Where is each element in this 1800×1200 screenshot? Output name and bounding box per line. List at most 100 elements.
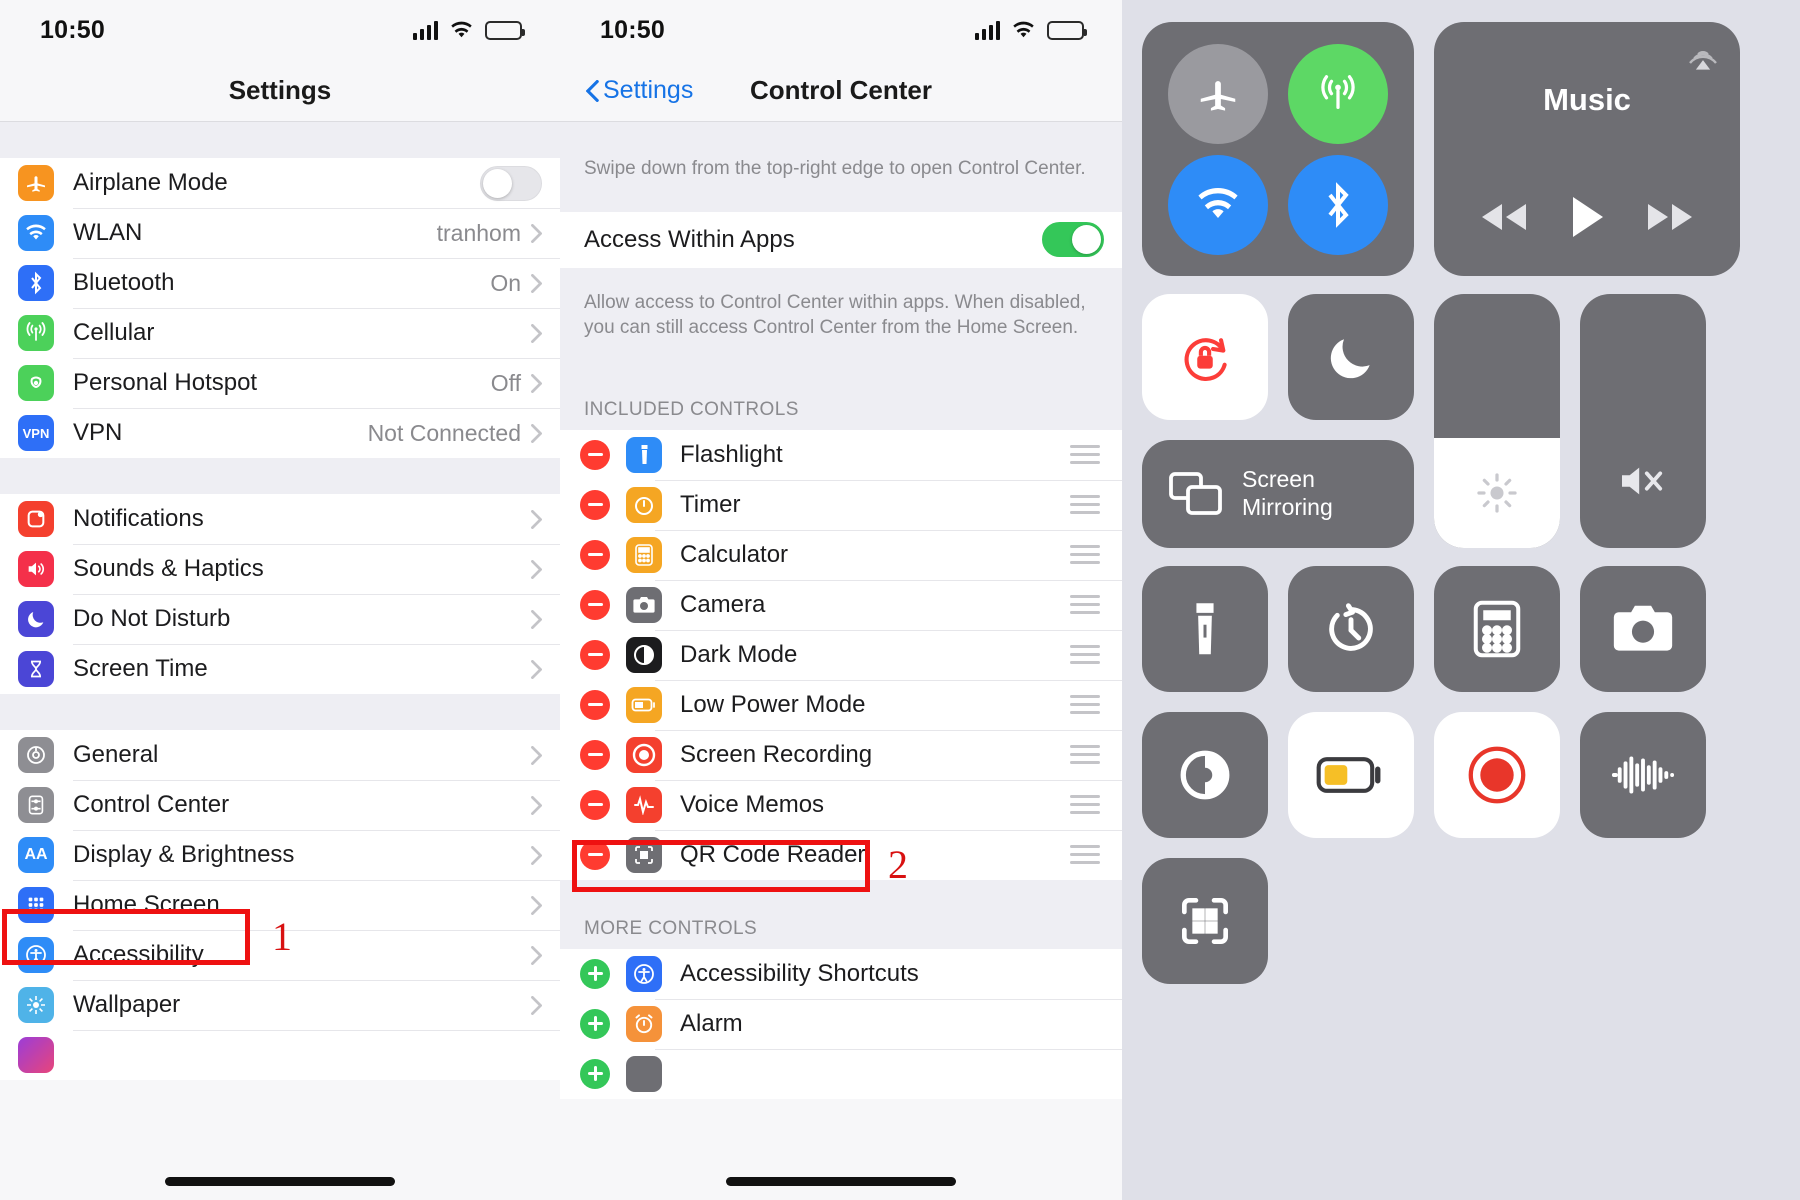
remove-control-icon[interactable] — [580, 689, 610, 720]
included-row-flashlight[interactable]: Flashlight — [560, 429, 1122, 480]
settings-row-display-brightness[interactable]: AA Display & Brightness — [0, 830, 560, 880]
chevron-right-icon — [531, 945, 542, 965]
settings-row-value: Not Connected — [367, 419, 521, 446]
rotation-lock-toggle[interactable] — [1142, 294, 1268, 420]
remove-control-icon[interactable] — [580, 539, 610, 570]
reorder-handle[interactable] — [1070, 795, 1100, 815]
low-power-mode-tile[interactable] — [1288, 712, 1414, 838]
included-row-qr-code-reader[interactable]: QR Code Reader — [560, 829, 1122, 880]
media-playback-tile[interactable]: Music — [1434, 22, 1740, 276]
airplay-icon[interactable] — [1684, 38, 1722, 81]
reorder-handle[interactable] — [1070, 595, 1100, 615]
moon-icon — [18, 601, 54, 637]
airplane-mode-toggle[interactable] — [480, 165, 542, 201]
remove-control-icon[interactable] — [580, 489, 610, 520]
airplane-mode-toggle[interactable] — [1168, 43, 1268, 144]
settings-row-control-center[interactable]: Control Center — [0, 780, 560, 830]
settings-row-personal-hotspot[interactable]: Personal Hotspot Off — [0, 358, 560, 408]
connectivity-tile[interactable] — [1142, 22, 1414, 276]
settings-row-label: VPN — [73, 419, 123, 446]
bluetooth-toggle[interactable] — [1288, 154, 1388, 255]
more-row-alarm[interactable]: Alarm — [560, 998, 1122, 1049]
swipe-hint-text: Swipe down from the top-right edge to op… — [584, 158, 1086, 179]
qr-code-reader-tile[interactable] — [1142, 858, 1268, 984]
camera-tile[interactable] — [1580, 566, 1706, 692]
remove-control-icon[interactable] — [580, 439, 610, 470]
remove-control-icon[interactable] — [580, 639, 610, 670]
remove-control-icon[interactable] — [580, 739, 610, 770]
more-controls-list: Accessibility Shortcuts Alarm — [560, 948, 1122, 1099]
included-row-voice-memos[interactable]: Voice Memos — [560, 779, 1122, 830]
alarm-icon — [626, 1005, 662, 1042]
battery-icon — [1047, 20, 1087, 40]
included-row-label: Camera — [680, 590, 766, 618]
back-to-settings-button[interactable]: Settings — [586, 76, 693, 105]
reorder-handle[interactable] — [1070, 845, 1100, 865]
home-indicator — [165, 1177, 395, 1186]
settings-row-wallpaper[interactable]: Wallpaper — [0, 980, 560, 1030]
settings-row-wlan[interactable]: WLAN tranhom — [0, 208, 560, 258]
remove-control-icon[interactable] — [580, 839, 610, 870]
reorder-handle[interactable] — [1070, 645, 1100, 665]
chevron-right-icon — [531, 223, 542, 243]
included-row-screen-recording[interactable]: Screen Recording — [560, 729, 1122, 780]
settings-group-connectivity: Airplane Mode WLAN tranhom Bluetooth On — [0, 158, 560, 458]
reorder-handle[interactable] — [1070, 545, 1100, 565]
moon-icon — [1330, 339, 1370, 379]
included-row-camera[interactable]: Camera — [560, 579, 1122, 630]
timer-tile[interactable] — [1288, 566, 1414, 692]
wifi-toggle[interactable] — [1168, 154, 1268, 255]
more-row-partial[interactable] — [560, 1048, 1122, 1099]
settings-row-bluetooth[interactable]: Bluetooth On — [0, 258, 560, 308]
flashlight-tile[interactable] — [1142, 566, 1268, 692]
control-center-settings-screen: 10:50 Settings Control Center Swipe down… — [560, 0, 1122, 1200]
rotation-lock-icon — [1184, 338, 1227, 382]
brightness-slider[interactable] — [1434, 294, 1560, 548]
access-within-apps-row[interactable]: Access Within Apps — [560, 211, 1122, 268]
settings-row-do-not-disturb[interactable]: Do Not Disturb — [0, 594, 560, 644]
included-row-dark-mode[interactable]: Dark Mode — [560, 629, 1122, 680]
access-description-text: Allow access to Control Center within ap… — [584, 291, 1086, 339]
airplane-icon — [1200, 80, 1236, 111]
voice-memos-tile[interactable] — [1580, 712, 1706, 838]
screen-mirroring-tile[interactable]: Screen Mirroring — [1142, 440, 1414, 548]
settings-row-label: Bluetooth — [73, 269, 175, 296]
settings-row-partial[interactable] — [0, 1030, 560, 1080]
settings-row-screen-time[interactable]: Screen Time — [0, 644, 560, 694]
settings-row-airplane-mode[interactable]: Airplane Mode — [0, 158, 560, 208]
calculator-tile[interactable] — [1434, 566, 1560, 692]
settings-row-cellular[interactable]: Cellular — [0, 308, 560, 358]
included-row-calculator[interactable]: Calculator — [560, 529, 1122, 580]
settings-row-notifications[interactable]: Notifications — [0, 494, 560, 544]
access-within-apps-toggle[interactable] — [1042, 222, 1104, 258]
chevron-right-icon — [531, 659, 542, 679]
settings-row-general[interactable]: General — [0, 730, 560, 780]
reorder-handle[interactable] — [1070, 445, 1100, 465]
do-not-disturb-toggle[interactable] — [1288, 294, 1414, 420]
dark-mode-tile[interactable] — [1142, 712, 1268, 838]
settings-row-value: Off — [490, 369, 521, 396]
settings-row-vpn[interactable]: VPN VPN Not Connected — [0, 408, 560, 458]
more-controls-header: MORE CONTROLS — [560, 879, 1122, 949]
reorder-handle[interactable] — [1070, 745, 1100, 765]
add-control-icon[interactable] — [580, 1008, 610, 1039]
reorder-handle[interactable] — [1070, 495, 1100, 515]
screen-recording-tile[interactable] — [1434, 712, 1560, 838]
reorder-handle[interactable] — [1070, 695, 1100, 715]
volume-slider[interactable] — [1580, 294, 1706, 548]
remove-control-icon[interactable] — [580, 789, 610, 820]
add-control-icon[interactable] — [580, 958, 610, 989]
play-icon[interactable] — [1567, 193, 1607, 246]
fastforward-icon[interactable] — [1644, 200, 1696, 239]
chevron-right-icon — [531, 845, 542, 865]
settings-row-sounds-haptics[interactable]: Sounds & Haptics — [0, 544, 560, 594]
dark-mode-icon — [1180, 750, 1230, 800]
included-row-timer[interactable]: Timer — [560, 479, 1122, 530]
settings-row-label: General — [73, 741, 159, 768]
cellular-toggle[interactable] — [1288, 43, 1388, 144]
add-control-icon[interactable] — [580, 1058, 610, 1089]
included-row-low-power-mode[interactable]: Low Power Mode — [560, 679, 1122, 730]
more-row-accessibility-shortcuts[interactable]: Accessibility Shortcuts — [560, 948, 1122, 999]
remove-control-icon[interactable] — [580, 589, 610, 620]
rewind-icon[interactable] — [1478, 200, 1530, 239]
